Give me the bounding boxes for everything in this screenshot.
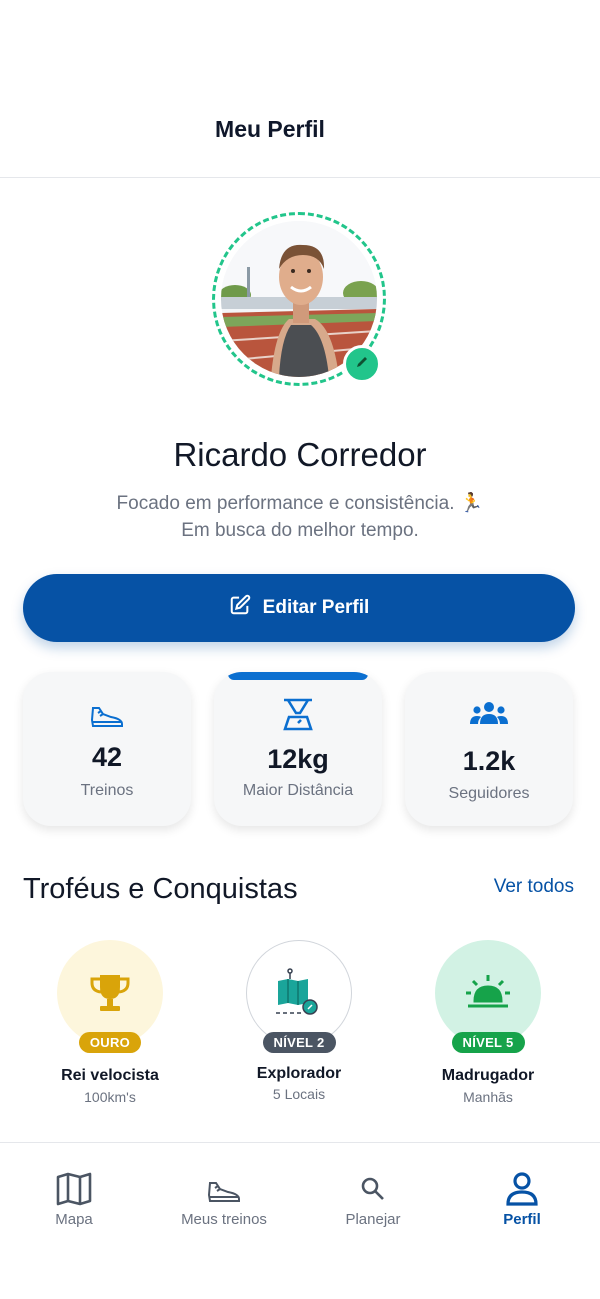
page-title: Meu Perfil (215, 116, 325, 142)
stat-label: Treinos (80, 782, 134, 799)
app-header: Meu Perfil (0, 0, 600, 178)
pencil-icon (354, 354, 370, 375)
stat-label: Seguidores (448, 785, 530, 802)
stat-value: 42 (91, 742, 123, 772)
nav-label: Mapa (55, 1211, 93, 1228)
nav-item-mapa[interactable]: Mapa (9, 1171, 139, 1228)
map-explorer-icon (246, 940, 352, 1046)
sneaker-icon (159, 1171, 289, 1207)
nav-item-perfil[interactable]: Perfil (457, 1171, 587, 1228)
stat-value: 1.2k (462, 746, 516, 776)
nav-item-planejar[interactable]: Planejar (308, 1171, 438, 1228)
sunrise-icon (435, 940, 541, 1046)
trophy-name: Madrugador (441, 1067, 535, 1084)
person-icon (457, 1171, 587, 1207)
trophy-name: Explorador (256, 1065, 342, 1082)
nav-label: Perfil (503, 1211, 541, 1228)
sneaker-icon (23, 698, 191, 730)
stat-card-treinos[interactable]: 42 Treinos (23, 672, 191, 826)
trophy-subtitle: 5 Locais (272, 1086, 326, 1102)
see-all-link[interactable]: Ver todos (494, 876, 574, 898)
group-icon (405, 700, 573, 726)
stat-card-maior-distancia[interactable]: 12kg Maior Distância (214, 672, 382, 826)
edit-profile-label: Editar Perfil (262, 597, 370, 618)
stat-label: Maior Distância (242, 782, 354, 799)
profile-name: Ricardo Corredor (173, 436, 427, 473)
trophy-badge: NÍVEL 2 (262, 1032, 336, 1053)
trophy-subtitle: 100km's (84, 1089, 136, 1105)
nav-label: Meus treinos (181, 1211, 267, 1228)
profile-bio-line1: Focado em performance e consistência. 🏃 (116, 493, 484, 514)
edit-avatar-button[interactable] (343, 345, 381, 383)
stat-card-seguidores[interactable]: 1.2k Seguidores (405, 672, 573, 826)
bottom-navigation: Mapa Meus treinos Planejar Perfil (0, 1142, 600, 1299)
trophy-subtitle: Manhãs (463, 1089, 513, 1105)
edit-icon (229, 594, 251, 622)
nav-item-meus-treinos[interactable]: Meus treinos (159, 1171, 289, 1228)
trophy-name: Rei velocista (61, 1067, 159, 1084)
trophy-icon (57, 940, 163, 1046)
edit-profile-button[interactable]: Editar Perfil (23, 574, 575, 642)
profile-bio-line2: Em busca do melhor tempo. (181, 520, 419, 541)
trophy-badge: OURO (78, 1032, 142, 1053)
stat-value: 12kg (267, 744, 329, 774)
stat-highlight-bar (228, 672, 368, 680)
section-title: Troféus e Conquistas (23, 873, 298, 905)
trophy-badge: NÍVEL 5 (451, 1032, 525, 1053)
scale-icon (214, 696, 382, 732)
map-icon (9, 1171, 139, 1207)
search-icon (308, 1171, 438, 1207)
nav-label: Planejar (345, 1211, 401, 1228)
